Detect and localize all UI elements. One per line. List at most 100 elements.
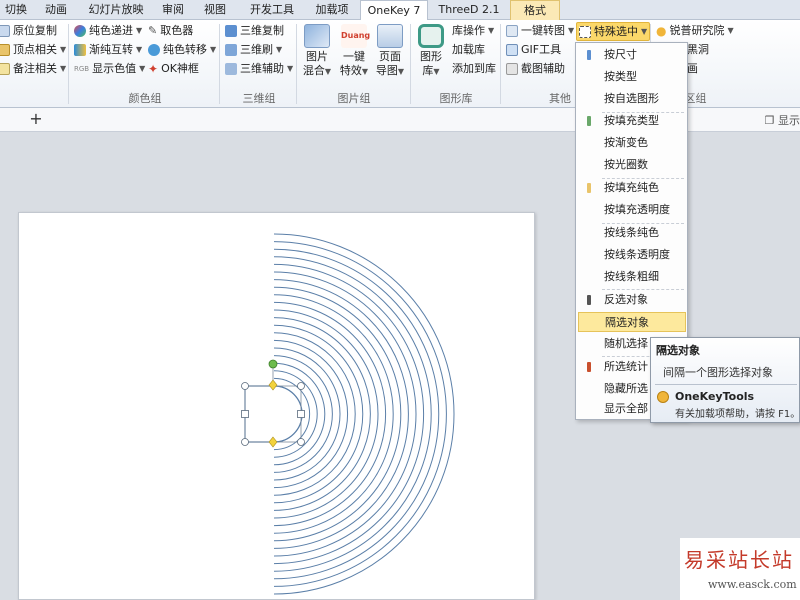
menu-item-by-line-transparency[interactable]: 按线条透明度 [578,245,686,265]
selected-shape[interactable] [244,385,303,443]
menu-item-by-line-solid[interactable]: 按线条纯色 [578,223,686,243]
picture-group-label: 图片组 [337,92,371,105]
palette-icon [74,25,86,37]
solid-gradient-button[interactable]: 纯色递进 ▼ [74,22,142,40]
3d-copy-icon [225,25,237,37]
rotation-handle[interactable] [268,359,278,369]
menu-item-by-size[interactable]: 按尺寸 [578,45,686,65]
one-click-to-image-button[interactable]: 一键转图 ▼ [506,22,574,40]
resize-handle-top-right[interactable] [297,382,305,390]
3d-copy-button[interactable]: 三维复制 [225,22,284,40]
3d-assist-icon [225,63,237,75]
tab-review[interactable]: 审阅 [156,0,190,20]
ruipu-institute-button[interactable]: ● 锐普研究院 ▼ [656,22,734,40]
special-select-button[interactable]: 特殊选中 ▼ [576,22,651,41]
3d-assist-button[interactable]: 三维辅助 ▼ [225,60,293,78]
chevron-down-icon: ▼ [210,45,217,54]
show-color-value-button[interactable]: RGB 显示色值 ▼ [74,60,145,78]
chevron-down-icon: ▼ [641,26,648,36]
picture-stack-icon [304,24,330,48]
fill-type-icon [587,116,591,126]
chevron-down-icon: ▼ [488,26,495,35]
menu-item-by-solid-fill[interactable]: 按填充纯色 [578,178,686,198]
slide-canvas[interactable] [18,212,535,600]
ok-frame-button[interactable]: ✦ OK神框 [148,60,199,78]
resize-handle-bottom-right[interactable] [297,438,305,446]
chevron-down-icon: ▼ [60,64,67,73]
chevron-down-icon: ▼ [324,67,332,76]
shape-library-button[interactable]: 图形 库▼ [414,24,448,79]
screenshot-icon [506,63,518,75]
arc-ring [273,324,364,504]
tab-addins[interactable]: 加载项 [308,0,356,20]
gif-icon [506,44,518,56]
resize-handle-right[interactable] [297,410,305,418]
in-place-copy-button[interactable]: 原位复制 [0,22,57,40]
menu-item-by-fill-transparency[interactable]: 按填充透明度 [578,200,686,220]
tab-format[interactable]: 格式 [510,0,560,20]
chevron-down-icon: ▼ [136,45,143,54]
tab-view[interactable]: 视图 [198,0,232,20]
tab-animations[interactable]: 动画 [38,0,74,20]
color-picker-button[interactable]: ✎ 取色器 [148,22,193,40]
library-operations-button[interactable]: 库操作 ▼ [452,22,494,40]
notes-related-button[interactable]: 备注相关 ▼ [0,60,66,78]
chevron-down-icon: ▼ [727,26,734,35]
menu-item-by-fill-type[interactable]: 按填充类型 [578,111,686,131]
hexagon-icon [418,24,444,48]
solid-fill-icon [587,183,591,193]
size-icon [587,50,591,60]
gif-tool-button[interactable]: GIF工具 [506,41,561,59]
eyedropper-icon: ✎ [148,24,158,37]
chevron-down-icon: ▼ [568,26,575,35]
3d-brush-button[interactable]: 三维刷 ▼ [225,41,282,59]
tab-developer[interactable]: 开发工具 [242,0,302,20]
menu-item-interval-select[interactable]: 隔选对象 [578,312,686,332]
duang-icon: Duang [341,24,370,48]
tab-threed[interactable]: ThreeD 2.1 [434,0,504,20]
load-library-button[interactable]: 加载库 [452,41,485,59]
screenshot-assist-button[interactable]: 截图辅助 [506,60,565,78]
vertex-related-button[interactable]: 顶点相关 ▼ [0,41,66,59]
watermark-url: www.easck.com [708,578,797,591]
chevron-down-icon: ▼ [136,26,143,35]
resize-handle-bottom-left[interactable] [241,438,249,446]
chevron-down-icon: ▼ [60,45,67,54]
picture-mix-button[interactable]: 图片 混合▼ [300,24,334,79]
tooltip-title: 隔选对象 [656,344,700,357]
page-map-button[interactable]: 页面 导图▼ [372,24,408,79]
chevron-down-icon: ▼ [139,64,146,73]
adjust-handle-bottom[interactable] [268,436,278,448]
menu-item-by-type[interactable]: 按类型 [578,67,686,87]
resize-handle-left[interactable] [241,410,249,418]
menu-item-by-autoshape[interactable]: 按自选图形 [578,89,686,109]
chevron-down-icon: ▼ [287,64,294,73]
chevron-down-icon: ▼ [361,67,369,76]
group-divider [68,24,69,104]
one-click-effect-button[interactable]: Duang 一键 特效▼ [336,24,372,79]
gradient-convert-button[interactable]: 渐纯互转 ▼ [74,41,142,59]
menu-item-by-line-weight[interactable]: 按线条粗细 [578,267,686,287]
library-group-label: 图形库 [439,92,473,105]
3d-group-label: 三维组 [242,92,276,105]
note-icon [0,63,10,75]
tab-onekey[interactable]: OneKey 7 [360,0,428,21]
solid-transfer-button[interactable]: 纯色转移 ▼ [148,41,216,59]
transfer-icon [148,44,160,56]
show-toggle[interactable]: ❐ 显示 [765,112,800,128]
select-icon [579,25,591,38]
add-slide-button[interactable]: + [26,110,46,130]
menu-item-by-aperture[interactable]: 按光圈数 [578,155,686,175]
tab-transitions[interactable]: 切换 [0,0,32,20]
resize-handle-top-left[interactable] [241,382,249,390]
menu-item-by-gradient[interactable]: 按渐变色 [578,133,686,153]
adjust-handle-top[interactable] [268,379,278,391]
arc-ring [273,286,402,542]
arc-ring [273,347,341,481]
menu-item-invert-selection[interactable]: 反选对象 [578,290,686,310]
arc-ring [273,294,394,534]
3d-brush-icon [225,44,237,56]
tab-slideshow[interactable]: 幻灯片放映 [84,0,148,20]
add-to-library-button[interactable]: 添加到库 [452,60,496,78]
watermark: 易采站长站 www.easck.com [680,538,800,600]
